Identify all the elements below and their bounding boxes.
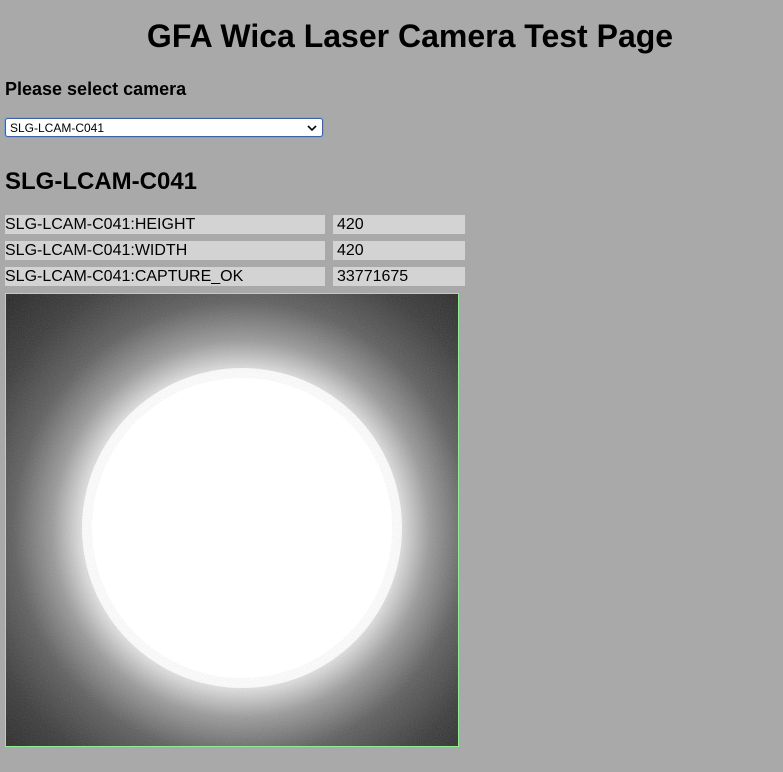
camera-image bbox=[5, 293, 459, 747]
camera-select[interactable]: SLG-LCAM-C041 bbox=[5, 118, 323, 137]
pv-value: 420 bbox=[333, 241, 465, 260]
pv-value: 420 bbox=[333, 215, 465, 234]
pv-name: SLG-LCAM-C041:CAPTURE_OK bbox=[5, 267, 325, 286]
chevron-down-icon bbox=[306, 121, 318, 135]
pv-name: SLG-LCAM-C041:WIDTH bbox=[5, 241, 325, 260]
pv-row-width: SLG-LCAM-C041:WIDTH 420 bbox=[5, 241, 465, 260]
pv-row-capture-ok: SLG-LCAM-C041:CAPTURE_OK 33771675 bbox=[5, 267, 465, 286]
pv-value: 33771675 bbox=[333, 267, 465, 286]
camera-heading: SLG-LCAM-C041 bbox=[5, 168, 198, 195]
camera-select-label: Please select camera bbox=[5, 79, 187, 99]
pv-name: SLG-LCAM-C041:HEIGHT bbox=[5, 215, 325, 234]
camera-select-value: SLG-LCAM-C041 bbox=[10, 121, 105, 135]
pv-row-height: SLG-LCAM-C041:HEIGHT 420 bbox=[5, 215, 465, 234]
page-title: GFA Wica Laser Camera Test Page bbox=[146, 18, 674, 54]
beam-core-saturated bbox=[92, 378, 392, 678]
